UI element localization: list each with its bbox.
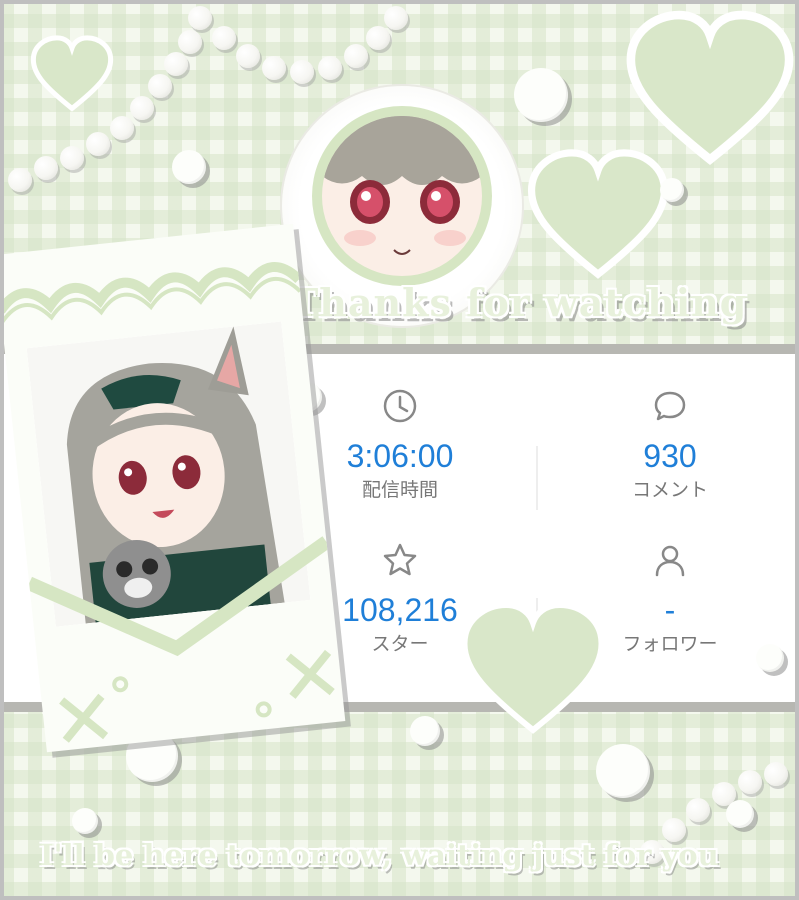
bubble-deco: [172, 150, 206, 184]
bubble-deco: [410, 716, 440, 746]
stat-comments: 930 コメント: [550, 386, 790, 502]
lace-trim: [26, 536, 335, 743]
heart-icon: [527, 149, 669, 279]
heart-icon: [461, 601, 605, 734]
bubble-deco: [514, 68, 568, 122]
bubble-deco: [596, 744, 650, 798]
bubble-deco: [72, 808, 98, 834]
avatar-face: [322, 116, 482, 276]
stat-label: コメント: [631, 479, 708, 501]
star-icon: [383, 543, 417, 576]
stats-divider: [536, 446, 538, 510]
bubble-deco: [756, 644, 784, 672]
user-icon: [655, 545, 685, 577]
footer-message: I'll be here tomorrow, waiting just for …: [40, 838, 719, 872]
character-polaroid: [0, 223, 346, 753]
stat-value: 930: [643, 438, 697, 474]
heart-icon: [30, 35, 114, 112]
bubble-deco: [726, 800, 754, 828]
lace-trim: [0, 262, 301, 324]
comment-icon: [654, 391, 686, 421]
heart-icon: [626, 10, 794, 166]
clock-icon: [383, 389, 417, 423]
bubble-deco: [660, 178, 684, 202]
avatar: [312, 106, 492, 286]
headline: Thanks for watching: [290, 280, 748, 325]
